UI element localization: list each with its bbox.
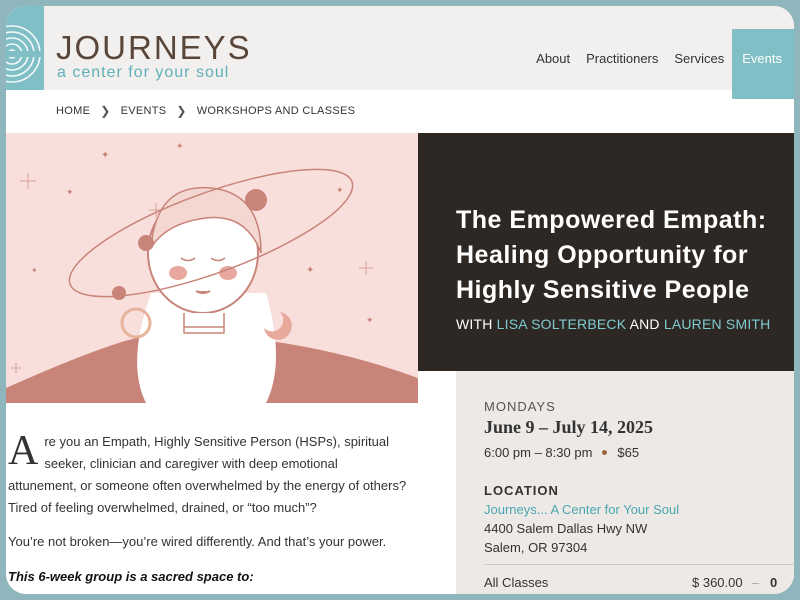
quantity-decrement-button[interactable]: –	[752, 575, 759, 590]
nav-about[interactable]: About	[528, 29, 578, 99]
labyrinth-logo-icon[interactable]	[6, 6, 44, 90]
svg-text:✦: ✦	[306, 265, 314, 276]
hero-title-panel: The Empowered Empath: Healing Opportunit…	[418, 133, 794, 371]
breadcrumb-events[interactable]: EVENTS	[121, 105, 167, 117]
svg-text:✦: ✦	[336, 186, 344, 196]
svg-text:✦: ✦	[101, 150, 109, 161]
with-label: WITH	[456, 316, 493, 332]
address-line-2: Salem, OR 97304	[484, 540, 588, 555]
svg-text:✦: ✦	[66, 188, 74, 198]
location-heading: LOCATION	[484, 483, 559, 498]
svg-text:✦: ✦	[31, 266, 38, 275]
intro-paragraph: Are you an Empath, Highly Sensitive Pers…	[8, 428, 408, 519]
ticket-row: All Classes $ 360.00 – 0	[484, 575, 790, 590]
breadcrumb: HOME ❯ EVENTS ❯ WORKSHOPS AND CLASSES	[56, 104, 355, 118]
event-dates: June 9 – July 14, 2025	[484, 417, 654, 437]
presenter-link-2[interactable]: LAUREN SMITH	[664, 316, 771, 332]
intro-text: re you an Empath, Highly Sensitive Perso…	[8, 434, 407, 515]
event-time-price: 6:00 pm – 8:30 pm $65	[484, 445, 639, 460]
logo-title[interactable]: JOURNEYS	[56, 31, 252, 64]
clipped-list-item	[8, 590, 408, 594]
chevron-right-icon: ❯	[176, 104, 187, 118]
chevron-right-icon: ❯	[100, 104, 111, 118]
event-title: The Empowered Empath: Healing Opportunit…	[456, 206, 767, 304]
divider	[484, 564, 794, 565]
dropcap: A	[8, 428, 39, 474]
event-price: $65	[617, 445, 640, 460]
dot-separator-icon	[602, 450, 608, 455]
event-time: 6:00 pm – 8:30 pm	[484, 445, 593, 460]
svg-text:✦: ✦	[366, 316, 374, 326]
location-link[interactable]: Journeys... A Center for Your Soul	[484, 502, 679, 517]
event-day: MONDAYS	[484, 399, 556, 414]
quantity-value[interactable]: 0	[770, 575, 777, 590]
ticket-label: All Classes	[484, 575, 549, 590]
main-nav: About Practitioners Services Events	[528, 29, 794, 99]
paragraph-2: You’re not broken—you’re wired different…	[8, 534, 387, 549]
address-line-1: 4400 Salem Dallas Hwy NW	[484, 521, 648, 536]
browser-frame: JOURNEYS a center for your soul About Pr…	[6, 6, 794, 594]
event-info-panel: MONDAYS June 9 – July 14, 2025 6:00 pm –…	[456, 371, 794, 594]
svg-text:✦: ✦	[176, 142, 184, 152]
site-header: JOURNEYS a center for your soul About Pr…	[6, 6, 794, 99]
nav-services[interactable]: Services	[666, 29, 732, 99]
presenters-line: WITH LISA SOLTERBECK AND LAUREN SMITH	[456, 316, 770, 332]
hero-illustration: ✦ ✦ ✦ ✦ ✦ ✦ ✦	[6, 133, 418, 403]
ticket-price: $ 360.00	[692, 575, 743, 590]
breadcrumb-current: WORKSHOPS AND CLASSES	[196, 105, 356, 117]
breadcrumb-home[interactable]: HOME	[56, 105, 90, 117]
and-label: AND	[629, 316, 660, 332]
nav-practitioners[interactable]: Practitioners	[578, 29, 666, 99]
presenter-link-1[interactable]: LISA SOLTERBECK	[497, 316, 627, 332]
paragraph-3: This 6-week group is a sacred space to:	[8, 569, 254, 584]
logo-tagline: a center for your soul	[57, 64, 230, 81]
nav-events[interactable]: Events	[732, 29, 794, 99]
